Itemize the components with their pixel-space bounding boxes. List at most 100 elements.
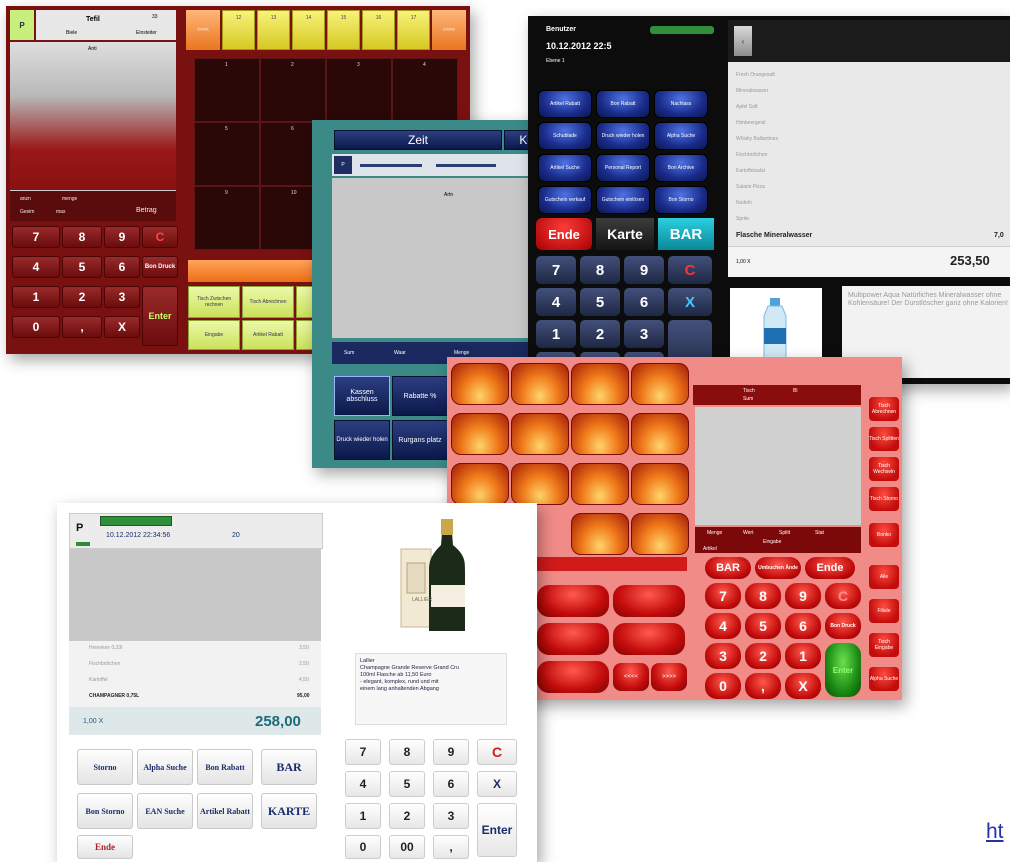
list-item[interactable]: Nudeln [736, 200, 1010, 216]
reprint-button[interactable]: Druck wieder holen [334, 420, 390, 460]
receipt-cancel-button[interactable]: Bon Storno [77, 793, 133, 829]
side-bonko[interactable]: Bonko [869, 523, 899, 547]
end-button[interactable]: Ende [805, 557, 855, 579]
key-multiply[interactable]: X [785, 673, 821, 699]
list-item[interactable]: Fresh Orangesaft [736, 72, 1010, 88]
side-cancel-table[interactable]: Tisch Storno [869, 487, 899, 511]
order-list[interactable]: Heineken 0,33l 3,50 Fischbrötchen 2,50 K… [69, 641, 321, 707]
key-9[interactable]: 9 [104, 226, 140, 248]
card-button[interactable]: Karte [596, 218, 654, 250]
receipt-archive-button[interactable]: Bon Archive [654, 154, 708, 182]
key-0[interactable]: 0 [12, 316, 60, 338]
list-item[interactable]: Sprite [736, 216, 1010, 232]
product-button[interactable] [451, 363, 509, 405]
item-discount-button[interactable]: Artikel Rabatt [197, 793, 253, 829]
rebate-button[interactable]: Nachlass [654, 90, 708, 118]
input-button[interactable]: Eingabe [188, 320, 240, 350]
key-5[interactable]: 5 [62, 256, 102, 278]
key-3[interactable]: 3 [433, 803, 469, 829]
tab-13[interactable]: 13 [257, 10, 290, 50]
key-8[interactable]: 8 [389, 739, 425, 765]
receipt-discount-button[interactable]: Bon Rabatt [596, 90, 650, 118]
key-9[interactable]: 9 [624, 256, 664, 284]
enter-button[interactable]: Enter [477, 803, 517, 857]
receipt-discount-button[interactable]: Bon Rabatt [197, 749, 253, 785]
key-multiply[interactable]: X [104, 316, 140, 338]
product-button[interactable] [571, 413, 629, 455]
key-6[interactable]: 6 [624, 288, 664, 316]
settle-table-button[interactable]: Tisch Abrechnen [242, 286, 294, 318]
key-2[interactable]: 2 [62, 286, 102, 308]
tab-time[interactable]: Zeit [334, 130, 502, 150]
key-8[interactable]: 8 [745, 583, 781, 609]
key-7[interactable]: 7 [12, 226, 60, 248]
ean-search-button[interactable]: EAN Suche [137, 793, 193, 829]
list-item[interactable]: Kartoffelsalat [736, 168, 1010, 184]
discount-percent-button[interactable]: Rabatte % [392, 376, 448, 416]
drawer-button[interactable]: Schublade [538, 122, 592, 150]
end-button[interactable]: Ende [536, 218, 592, 250]
table-cell[interactable]: 4 [392, 58, 458, 122]
end-button[interactable]: Ende [77, 835, 133, 859]
product-button[interactable] [631, 363, 689, 405]
key-8[interactable]: 8 [580, 256, 620, 284]
key-clear[interactable]: C [668, 256, 712, 284]
rebook-button[interactable]: Umbuchen Ände [755, 557, 801, 579]
alpha-search-button[interactable]: Alpha Suche [654, 122, 708, 150]
key-4[interactable]: 4 [705, 613, 741, 639]
table-cell[interactable]: 3 [326, 58, 392, 122]
side-branch[interactable]: Filiale [869, 599, 899, 623]
side-settle-table[interactable]: Tisch Abrechnen [869, 397, 899, 421]
key-2[interactable]: 2 [389, 803, 425, 829]
side-split-table[interactable]: Tisch Splitten [869, 427, 899, 451]
row-mode[interactable]: P [334, 156, 352, 174]
product-button[interactable] [451, 413, 509, 455]
enter-button[interactable]: Enter [142, 286, 178, 346]
category-button[interactable] [537, 661, 609, 693]
product-button[interactable] [571, 513, 629, 555]
reprint-button[interactable]: Druck wieder holen [596, 122, 650, 150]
key-multiply[interactable]: X [668, 288, 712, 316]
tab-16[interactable]: 16 [362, 10, 395, 50]
page-next-button[interactable]: >>>> [651, 663, 687, 691]
category-button[interactable] [613, 585, 685, 617]
key-8[interactable]: 8 [62, 226, 102, 248]
list-item[interactable]: Apfel Saft [736, 104, 1010, 120]
order-list[interactable]: Fresh Orangesaft Mineralwasser Apfel Saf… [736, 72, 1010, 232]
tab-14[interactable]: 14 [292, 10, 325, 50]
place-button[interactable]: Rurgans platz [392, 420, 448, 460]
split-bill-button[interactable]: Tisch Zwischen rechnen [188, 286, 240, 318]
alpha-search-button[interactable]: Alpha Suche [137, 749, 193, 785]
staff-report-button[interactable]: Personal Report [596, 154, 650, 182]
list-item[interactable]: Salami Pizza [736, 184, 1010, 200]
tab-17[interactable]: 17 [397, 10, 430, 50]
key-6[interactable]: 6 [433, 771, 469, 797]
key-7[interactable]: 7 [536, 256, 576, 284]
product-button[interactable] [631, 513, 689, 555]
back-icon[interactable]: ‹ [734, 26, 752, 56]
category-button[interactable] [613, 623, 685, 655]
tab-next[interactable]: >>>> [432, 10, 466, 50]
key-3[interactable]: 3 [624, 320, 664, 348]
voucher-redeem-button[interactable]: Gutschein einlösen [596, 186, 650, 214]
list-item[interactable]: Fischbrötchen [736, 152, 1010, 168]
key-7[interactable]: 7 [705, 583, 741, 609]
cash-button[interactable]: BAR [705, 557, 751, 579]
key-comma[interactable]: , [62, 316, 102, 338]
key-6[interactable]: 6 [785, 613, 821, 639]
key-2[interactable]: 2 [745, 643, 781, 669]
side-table-input[interactable]: Tisch Eingabe [869, 633, 899, 657]
table-cell[interactable]: 2 [260, 58, 326, 122]
storno-button[interactable]: Storno [77, 749, 133, 785]
tab-12[interactable]: 12 [222, 10, 255, 50]
key-0[interactable]: 0 [345, 835, 381, 859]
key-5[interactable]: 5 [580, 288, 620, 316]
product-button[interactable] [571, 363, 629, 405]
receipt-print-button[interactable]: Bon Druck [142, 256, 178, 278]
key-7[interactable]: 7 [345, 739, 381, 765]
voucher-sell-button[interactable]: Gutschein verkauf [538, 186, 592, 214]
key-comma[interactable]: , [433, 835, 469, 859]
enter-button[interactable]: Enter [825, 643, 861, 697]
cash-close-button[interactable]: Kassen abschluss [334, 376, 390, 416]
side-change-table[interactable]: Tisch Wechseln [869, 457, 899, 481]
